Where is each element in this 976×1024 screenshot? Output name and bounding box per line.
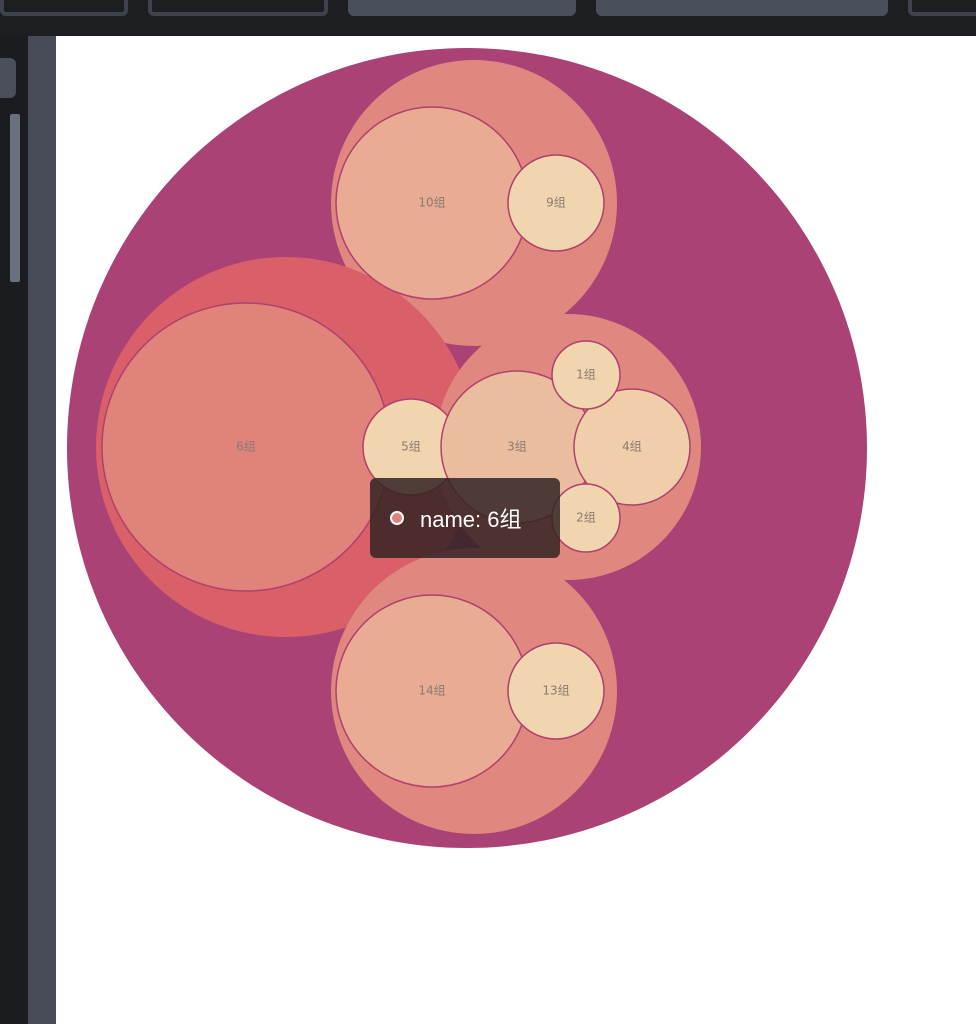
chart-area: 10组 9组 6组 5组 3组 4组 1组 2组 14组 13组 name: 6组: [56, 36, 976, 1024]
chart-tooltip: name: 6组: [370, 478, 560, 558]
top-toolbar: [0, 0, 976, 36]
node-9-label: 14组: [418, 684, 445, 698]
node-4-label: 5组: [401, 440, 421, 454]
sidebar-tab[interactable]: [0, 58, 16, 98]
node-5-label: 3组: [507, 440, 527, 454]
toolbar-tab-4[interactable]: [596, 0, 888, 16]
node-8-label: 2组: [576, 511, 596, 525]
node-1-label: 10组: [418, 196, 445, 210]
toolbar-tab-3[interactable]: [348, 0, 576, 16]
toolbar-tab-2[interactable]: [148, 0, 328, 16]
node-6-label: 4组: [622, 440, 642, 454]
sidebar-scrollbar[interactable]: [10, 114, 20, 282]
sidebar: [0, 36, 28, 1024]
sidebar-gutter: [28, 36, 56, 1024]
node-7-label: 1组: [576, 368, 596, 382]
node-2-label: 9组: [546, 196, 566, 210]
toolbar-tab-5[interactable]: [908, 0, 976, 16]
toolbar-tab-1[interactable]: [0, 0, 128, 16]
node-3-label: 6组: [236, 440, 256, 454]
node-10-label: 13组: [542, 684, 569, 698]
tooltip-text: name: 6组: [420, 507, 522, 532]
tooltip-color-dot: [390, 511, 404, 525]
